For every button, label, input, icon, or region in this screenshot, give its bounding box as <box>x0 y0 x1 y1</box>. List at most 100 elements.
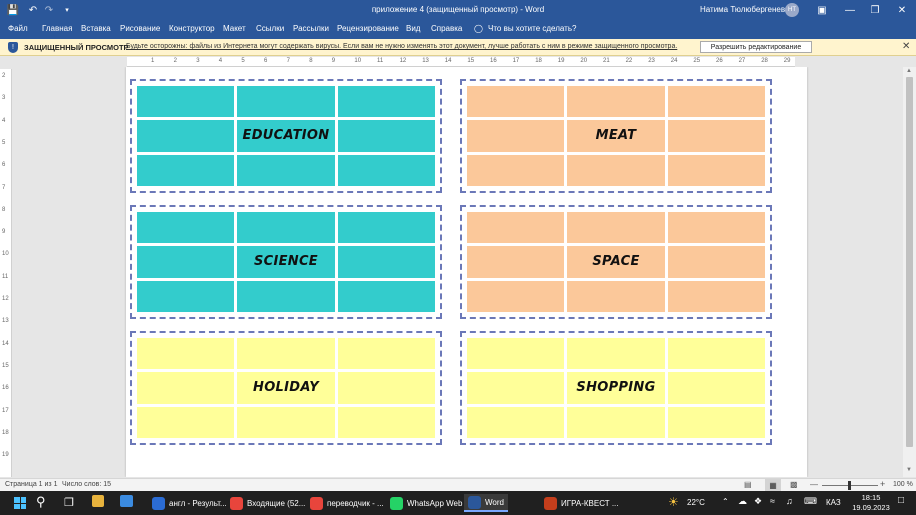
table-cell[interactable] <box>137 338 235 370</box>
zoom-slider-thumb[interactable] <box>848 481 851 490</box>
minimize-icon[interactable]: — <box>843 3 857 17</box>
table-cell[interactable] <box>237 280 335 312</box>
taskbar-app-button[interactable]: Входящие (52... <box>226 494 309 512</box>
mail-icon[interactable] <box>120 495 133 507</box>
user-name[interactable]: Натима Тюлюбергенева <box>700 5 789 14</box>
restore-icon[interactable]: ❐ <box>868 3 882 17</box>
file-explorer-icon[interactable] <box>92 495 104 507</box>
document-page[interactable]: EDUCATION MEAT SCIENCE SPACE HOLIDAY SHOPPING <box>126 67 807 477</box>
avatar[interactable]: НТ <box>785 3 799 17</box>
notifications-icon[interactable]: □ <box>898 495 904 506</box>
table-cell[interactable] <box>337 120 435 152</box>
search-icon[interactable]: ⚲ <box>36 494 46 510</box>
table-cell[interactable] <box>137 154 235 186</box>
print-layout-icon[interactable]: ▦ <box>765 479 781 491</box>
scroll-down-icon[interactable]: ▼ <box>906 467 912 473</box>
table-cell[interactable] <box>667 86 765 118</box>
close-icon[interactable]: ✕ <box>895 3 909 17</box>
table-cell[interactable] <box>667 406 765 438</box>
clock-date[interactable]: 19.09.2023 <box>849 503 893 512</box>
table-cell[interactable] <box>137 372 235 404</box>
table-cell[interactable] <box>137 406 235 438</box>
topic-card[interactable]: SCIENCE <box>131 206 441 318</box>
table-cell[interactable]: SCIENCE <box>237 246 335 278</box>
table-cell[interactable] <box>337 280 435 312</box>
tab-file[interactable]: Файл <box>8 24 28 33</box>
weather-icon[interactable]: ☀ <box>668 495 679 509</box>
read-mode-icon[interactable]: ▤ <box>744 480 752 489</box>
web-layout-icon[interactable]: ▩ <box>790 480 798 489</box>
table-cell[interactable] <box>667 120 765 152</box>
table-cell[interactable] <box>237 338 335 370</box>
table-cell[interactable] <box>137 246 235 278</box>
table-cell[interactable] <box>337 86 435 118</box>
tab-design[interactable]: Конструктор <box>169 24 215 33</box>
table-cell[interactable] <box>337 406 435 438</box>
table-cell[interactable] <box>467 338 565 370</box>
lightbulb-icon[interactable]: ◯ <box>474 24 483 33</box>
show-hidden-icons-icon[interactable]: ⌃ <box>722 497 729 506</box>
table-cell[interactable] <box>567 154 665 186</box>
table-cell[interactable] <box>337 154 435 186</box>
table-cell[interactable]: SHOPPING <box>567 372 665 404</box>
table-cell[interactable] <box>667 246 765 278</box>
table-cell[interactable] <box>467 246 565 278</box>
enable-editing-button[interactable]: Разрешить редактирование <box>700 41 812 53</box>
network-icon[interactable]: ☁ <box>738 496 747 507</box>
tab-layout[interactable]: Макет <box>223 24 246 33</box>
table-cell[interactable]: MEAT <box>567 120 665 152</box>
table-cell[interactable] <box>467 406 565 438</box>
table-cell[interactable]: HOLIDAY <box>237 372 335 404</box>
topic-card[interactable]: SPACE <box>461 206 771 318</box>
windows-start-icon[interactable] <box>14 497 26 509</box>
horizontal-ruler[interactable]: 1 2 3 4 5 6 7 8 9 10 11 12 13 14 15 16 17 18 19 20 21 22 23 24 2… <box>127 57 795 67</box>
table-cell[interactable]: EDUCATION <box>237 120 335 152</box>
zoom-out-icon[interactable]: — <box>810 480 818 489</box>
weather-temperature[interactable]: 22°C <box>687 498 705 507</box>
input-language[interactable]: КАЗ <box>826 498 841 507</box>
table-cell[interactable] <box>667 372 765 404</box>
tab-insert[interactable]: Вставка <box>81 24 111 33</box>
wifi-icon[interactable]: ≈ <box>770 496 775 506</box>
table-cell[interactable] <box>467 86 565 118</box>
tab-draw[interactable]: Рисование <box>120 24 160 33</box>
vertical-scrollbar[interactable]: ▲ ▼ <box>903 67 916 477</box>
table-cell[interactable] <box>467 120 565 152</box>
scroll-thumb[interactable] <box>906 77 913 447</box>
tab-view[interactable]: Вид <box>406 24 420 33</box>
table-cell[interactable] <box>137 86 235 118</box>
tab-help[interactable]: Справка <box>431 24 462 33</box>
volume-icon[interactable]: ♫ <box>786 496 793 506</box>
table-cell[interactable] <box>567 280 665 312</box>
topic-card[interactable]: SHOPPING <box>461 332 771 444</box>
tell-me-search[interactable]: Что вы хотите сделать? <box>488 24 576 33</box>
table-cell[interactable] <box>667 280 765 312</box>
table-cell[interactable] <box>237 86 335 118</box>
table-cell[interactable] <box>237 212 335 244</box>
tab-mailings[interactable]: Рассылки <box>293 24 329 33</box>
tab-review[interactable]: Рецензирование <box>337 24 399 33</box>
table-cell[interactable]: SPACE <box>567 246 665 278</box>
table-cell[interactable] <box>567 212 665 244</box>
table-cell[interactable] <box>237 406 335 438</box>
taskbar-app-button[interactable]: WhatsApp Web <box>386 494 466 512</box>
table-cell[interactable] <box>667 338 765 370</box>
zoom-in-icon[interactable]: + <box>880 479 885 489</box>
table-cell[interactable] <box>467 154 565 186</box>
table-cell[interactable] <box>137 280 235 312</box>
table-cell[interactable] <box>567 86 665 118</box>
zoom-level[interactable]: 100 % <box>893 481 913 488</box>
taskbar-app-button[interactable]: ИГРА-КВЕСТ ... <box>540 494 623 512</box>
table-cell[interactable] <box>237 154 335 186</box>
taskbar-app-button[interactable]: переводчик - ... <box>306 494 388 512</box>
ribbon-display-options-icon[interactable]: ▣ <box>815 3 829 17</box>
word-count[interactable]: Число слов: 15 <box>62 481 111 488</box>
taskbar-app-button[interactable]: Word <box>464 494 508 512</box>
table-cell[interactable] <box>337 246 435 278</box>
table-cell[interactable] <box>337 212 435 244</box>
topic-card[interactable]: HOLIDAY <box>131 332 441 444</box>
protected-view-message[interactable]: Будьте осторожны: файлы из Интернета мог… <box>126 43 677 50</box>
table-cell[interactable] <box>667 154 765 186</box>
bluetooth-icon[interactable]: ❖ <box>754 496 762 507</box>
topic-card[interactable]: EDUCATION <box>131 80 441 192</box>
